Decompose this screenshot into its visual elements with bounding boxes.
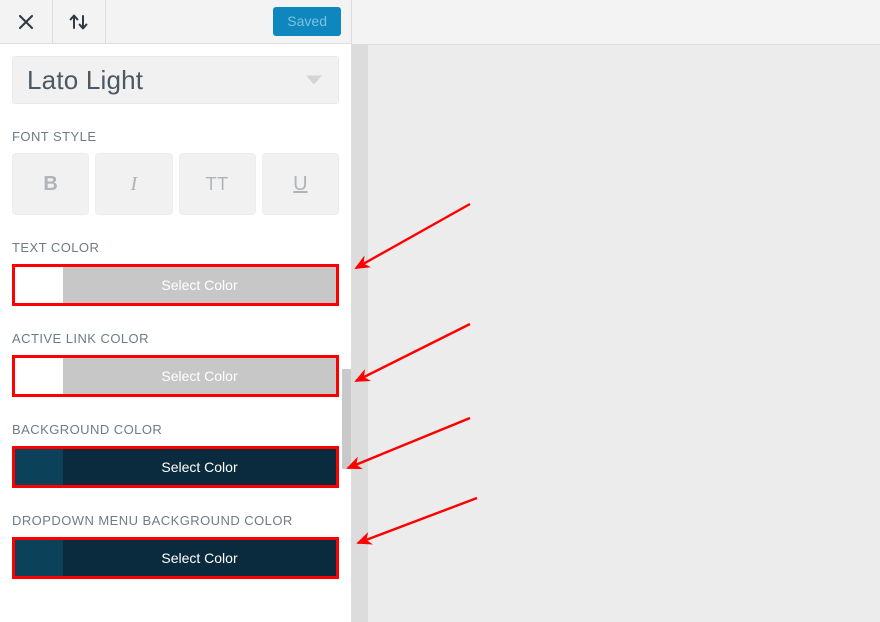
text-color-row: Select Color bbox=[12, 264, 339, 306]
preview-gutter bbox=[352, 0, 368, 622]
background-color-button-label: Select Color bbox=[63, 449, 336, 485]
active-link-color-select-button[interactable]: Select Color bbox=[12, 355, 339, 397]
font-style-button-group: B I TT U bbox=[12, 153, 339, 215]
dropdown-menu-background-color-select-button[interactable]: Select Color bbox=[12, 537, 339, 579]
preview-topbar bbox=[368, 0, 880, 45]
active-link-color-label: ACTIVE LINK COLOR bbox=[12, 331, 149, 346]
customizer-panel: Saved Lato Light FONT STYLE B I TT U TEX… bbox=[0, 0, 352, 622]
preview-gutter-top bbox=[352, 0, 368, 44]
font-style-label: FONT STYLE bbox=[12, 129, 97, 144]
header-spacer bbox=[106, 0, 273, 43]
panel-scrollbar-thumb[interactable] bbox=[342, 369, 351, 469]
text-color-select-button[interactable]: Select Color bbox=[12, 264, 339, 306]
bold-button[interactable]: B bbox=[12, 153, 90, 215]
close-icon bbox=[17, 13, 35, 31]
collapse-toggle-button[interactable] bbox=[53, 0, 106, 43]
active-link-color-row: Select Color bbox=[12, 355, 339, 397]
italic-button[interactable]: I bbox=[95, 153, 173, 215]
dropdown-menu-background-color-row: Select Color bbox=[12, 537, 339, 579]
chevron-down-icon bbox=[306, 75, 322, 85]
text-color-swatch bbox=[15, 267, 63, 303]
background-color-select-button[interactable]: Select Color bbox=[12, 446, 339, 488]
text-color-button-label: Select Color bbox=[63, 267, 336, 303]
background-color-label: BACKGROUND COLOR bbox=[12, 422, 163, 437]
font-family-select[interactable]: Lato Light bbox=[12, 56, 339, 104]
dropdown-menu-background-color-label: DROPDOWN MENU BACKGROUND COLOR bbox=[12, 513, 293, 528]
underline-button[interactable]: U bbox=[261, 153, 339, 215]
dropdown-menu-background-color-button-label: Select Color bbox=[63, 540, 336, 576]
background-color-swatch bbox=[15, 449, 63, 485]
background-color-row: Select Color bbox=[12, 446, 339, 488]
font-family-value: Lato Light bbox=[27, 64, 144, 95]
text-color-label: TEXT COLOR bbox=[12, 240, 100, 255]
panel-header: Saved bbox=[0, 0, 351, 44]
customizer-screen: Saved Lato Light FONT STYLE B I TT U TEX… bbox=[0, 0, 880, 622]
panel-body: Lato Light FONT STYLE B I TT U TEXT COLO… bbox=[0, 44, 351, 622]
close-button[interactable] bbox=[0, 0, 53, 43]
sort-up-down-icon bbox=[68, 13, 90, 31]
saved-button[interactable]: Saved bbox=[273, 7, 341, 36]
uppercase-button[interactable]: TT bbox=[178, 153, 256, 215]
active-link-color-swatch bbox=[15, 358, 63, 394]
panel-scrollbar-track[interactable] bbox=[342, 44, 351, 622]
preview-area bbox=[352, 0, 880, 622]
dropdown-menu-background-color-swatch bbox=[15, 540, 63, 576]
active-link-color-button-label: Select Color bbox=[63, 358, 336, 394]
